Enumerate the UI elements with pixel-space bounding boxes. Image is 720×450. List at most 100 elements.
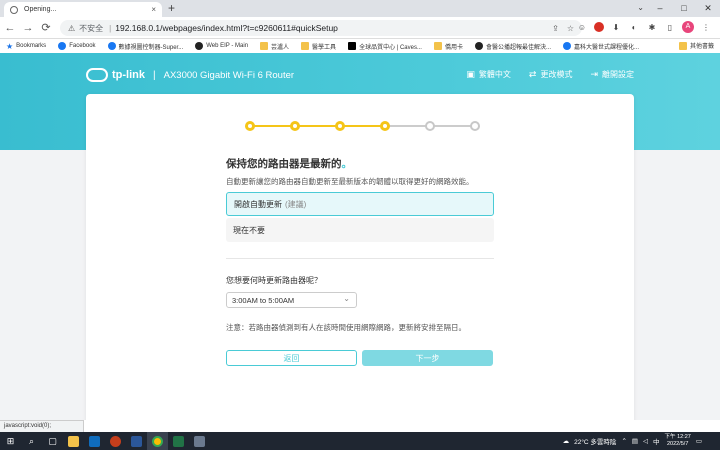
stepper-dot — [245, 121, 255, 131]
setup-card: 保持您的路由器是最新的。 自動更新讓您的路由器自動更新至最新版本的韌體以取得更好… — [86, 94, 634, 420]
address-bar[interactable]: ⚠ 不安全 | 192.168.0.1/webpages/index.html?… — [60, 20, 582, 36]
bookmark-item[interactable]: Facebook — [58, 42, 96, 50]
close-window-button[interactable]: ✕ — [696, 0, 720, 17]
switch-icon: ⇄ — [528, 69, 537, 79]
sidebar-icon[interactable]: ▯ — [664, 23, 676, 32]
new-tab-button[interactable]: + — [168, 1, 175, 15]
wix-icon — [348, 42, 357, 50]
windows-start-icon[interactable]: ⊞ — [0, 432, 21, 450]
page-title: 保持您的路由器是最新的。 — [226, 158, 352, 170]
task-view-icon[interactable]: ▢ — [42, 432, 63, 450]
option-not-now[interactable]: 現在不要 — [226, 218, 494, 242]
stepper-connector — [250, 125, 295, 127]
stepper-dot — [380, 121, 390, 131]
bookmark-item[interactable]: 醫學工具 — [301, 42, 336, 51]
download-extension-icon[interactable]: ⬇ — [610, 23, 622, 32]
browser-tab[interactable]: Opening... × — [4, 2, 162, 17]
bookmark-item[interactable]: 會醫公播超報最佳解決... — [474, 42, 551, 51]
stepper-dot — [470, 121, 480, 131]
update-time-select[interactable]: 3:00AM to 5:00AM ⌄ — [226, 292, 357, 308]
divider — [226, 258, 494, 259]
facebook-icon — [58, 42, 67, 50]
tab-search-icon[interactable]: ⌄ — [637, 3, 644, 12]
back-button[interactable]: 返回 — [226, 350, 357, 366]
star-icon: ★ — [6, 41, 14, 51]
security-label: 不安全 — [79, 23, 104, 33]
stepper-connector — [295, 125, 340, 127]
exit-setup-button[interactable]: ⇥ 離開設定 — [590, 69, 634, 80]
exit-icon: ⇥ — [590, 69, 598, 79]
word-icon[interactable] — [126, 432, 147, 450]
change-mode-button[interactable]: ⇄ 更改模式 — [529, 69, 573, 80]
stepper-dot — [335, 121, 345, 131]
window-controls: – □ ✕ — [648, 0, 720, 17]
bookmark-item[interactable]: 僑用卡 — [433, 42, 463, 51]
weather-icon: ☁ — [562, 438, 570, 445]
next-button[interactable]: 下一步 — [362, 350, 493, 366]
site-icon — [195, 42, 204, 50]
back-arrow-icon[interactable]: ← — [2, 22, 18, 34]
loading-icon — [10, 5, 18, 14]
chrome-icon[interactable] — [147, 432, 168, 450]
reload-icon[interactable]: ⟳ — [38, 21, 54, 34]
bookmark-item[interactable]: Web EIP - Main — [195, 42, 248, 50]
close-tab-icon[interactable]: × — [151, 5, 156, 14]
stepper-connector — [340, 125, 385, 127]
chevron-down-icon: ⌄ — [343, 294, 350, 303]
menu-dots-icon[interactable]: ⋮ — [700, 23, 712, 32]
puzzle-icon[interactable]: ✱ — [646, 23, 658, 32]
auto-update-description: 自動更新讓您的路由器自動更新至最新版本的韌體以取得更好的網路效能。 — [226, 177, 474, 186]
file-explorer-icon[interactable] — [63, 432, 84, 450]
router-page: tp-link | AX3000 Gigabit Wi-Fi 6 Router … — [0, 53, 720, 420]
profile-avatar[interactable]: A — [682, 21, 694, 33]
tray-chevron-icon[interactable]: ⌃ — [621, 437, 626, 445]
maximize-button[interactable]: □ — [672, 0, 696, 17]
facebook-icon — [107, 42, 116, 50]
system-tray: ☁ 22°C 多雲時陰 ⌃ ▤ ◁ 中 下午 12:27 2022/5/7 ▭ — [563, 432, 720, 450]
bookmark-item[interactable]: 芸瀘人 — [260, 42, 289, 51]
option-enable-auto-update[interactable]: 開啟自動更新 (建議) — [226, 192, 494, 216]
windows-taskbar: ⊞ ⌕ ▢ ☁ 22°C 多雲時陰 ⌃ ▤ ◁ 中 下午 12:27 2022/… — [0, 432, 720, 450]
bookmark-item[interactable]: 數據視圖控制器-Super... — [107, 42, 183, 51]
excel-icon[interactable] — [168, 432, 189, 450]
site-icon — [563, 42, 571, 50]
stepper-connector — [385, 125, 430, 127]
share-icon[interactable]: ⇪ — [552, 24, 559, 33]
header-actions: ▣ 繁體中文 ⇄ 更改模式 ⇥ 離開設定 — [466, 69, 634, 80]
brand-divider: | — [153, 69, 156, 81]
powerpoint-icon[interactable] — [105, 432, 126, 450]
forward-arrow-icon[interactable]: → — [20, 22, 36, 34]
address-separator: | — [109, 23, 112, 33]
minimize-button[interactable]: – — [648, 0, 672, 17]
language-button[interactable]: ▣ 繁體中文 — [466, 69, 511, 80]
tplink-logo-icon — [86, 68, 108, 82]
bookmark-star-icon[interactable]: ☆ — [567, 24, 574, 33]
bookmark-item[interactable]: ★ Bookmarks — [6, 42, 46, 51]
calculator-icon[interactable] — [189, 432, 210, 450]
other-bookmarks[interactable]: 其他書籤 — [678, 41, 714, 50]
clock[interactable]: 下午 12:27 2022/5/7 — [665, 434, 691, 448]
tab-strip: Opening... × + ⌄ – □ ✕ — [0, 0, 720, 17]
progress-stepper — [245, 121, 480, 131]
language-icon: ▣ — [466, 69, 475, 79]
folder-icon — [260, 42, 269, 50]
network-icon[interactable]: ▤ — [632, 437, 638, 445]
weather-text[interactable]: 22°C 多雲時陰 — [574, 436, 616, 446]
notification-icon[interactable]: ▭ — [696, 437, 702, 445]
record-extension-icon[interactable] — [594, 22, 604, 32]
input-language[interactable]: 中 — [653, 436, 660, 446]
stepper-dot — [425, 121, 435, 131]
volume-icon[interactable]: ◁ — [643, 437, 648, 445]
url-text[interactable]: 192.168.0.1/webpages/index.html?t=c92606… — [115, 23, 544, 33]
extension-icon[interactable]: ◐ — [628, 23, 640, 32]
bookmarks-bar: ★ Bookmarks Facebook 數據視圖控制器-Super... Web… — [0, 39, 720, 53]
bookmark-item[interactable]: 全球品質中心 | Caves... — [348, 42, 422, 51]
bookmark-item[interactable]: 嘉科大醫世式課程優化... — [563, 42, 639, 51]
tab-title: Opening... — [24, 6, 57, 13]
update-note: 注意：若路由器偵測到有人在該時間使用網際網路，更新將安排至隔日。 — [226, 323, 466, 332]
site-icon — [474, 42, 483, 50]
account-icon[interactable]: ☺ — [576, 23, 588, 32]
outlook-icon[interactable] — [84, 432, 105, 450]
search-icon[interactable]: ⌕ — [21, 432, 42, 450]
folder-icon — [678, 41, 687, 50]
